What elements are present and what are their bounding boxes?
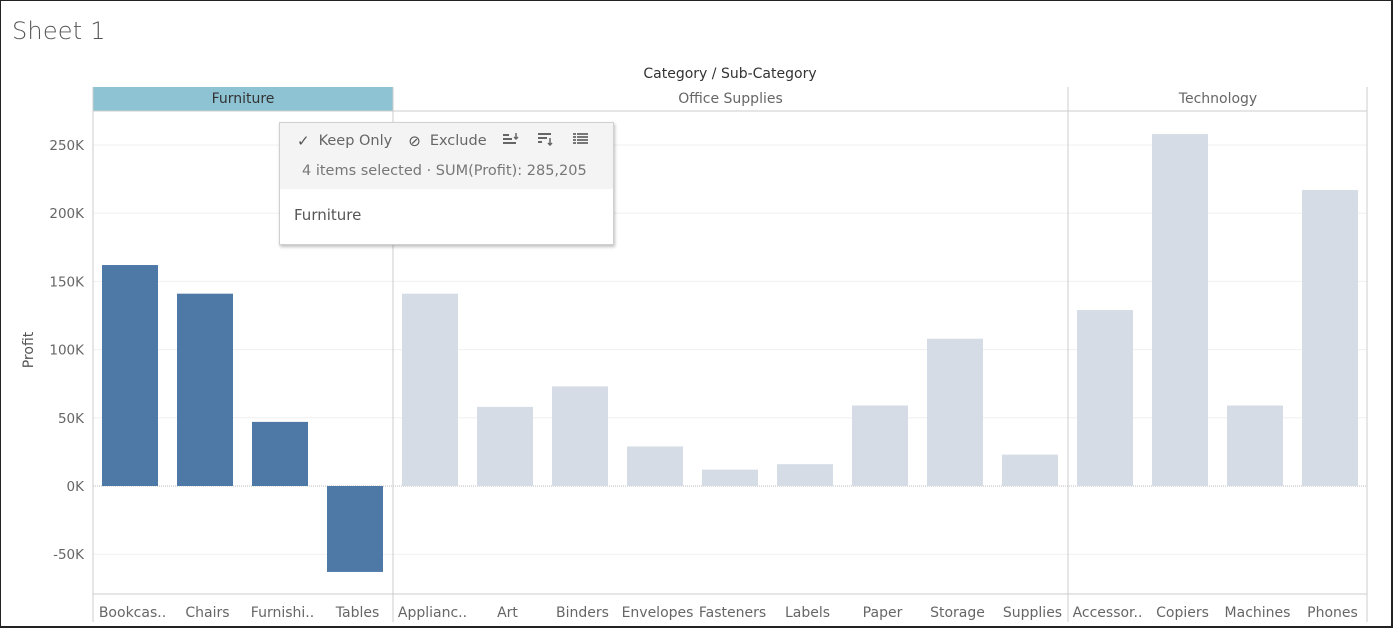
bar[interactable] [1227,405,1283,486]
y-tick-label: 100K [49,343,85,359]
x-tick-label: Paper [863,605,903,621]
x-tick-label: Storage [930,605,985,621]
check-icon: ✓ [297,132,310,150]
x-tick-label: Fasteners [699,605,766,621]
x-tick-label: Bookcas.. [99,605,166,621]
x-tick-label: Chairs [185,605,229,621]
exclude-icon: ⊘ [408,132,421,150]
y-tick-label: 250K [49,138,85,154]
bar[interactable] [627,446,683,486]
view-data-icon[interactable] [572,133,588,149]
x-tick-label: Accessor.. [1073,605,1143,621]
bar[interactable] [702,469,758,486]
y-tick-label: 0K [67,479,86,495]
bar[interactable] [1302,190,1358,486]
bar[interactable] [552,386,608,486]
bar[interactable] [102,265,158,486]
bar[interactable] [177,293,233,486]
y-tick-label: 200K [49,206,85,222]
y-tick-label: 150K [49,274,85,290]
x-tick-label: Labels [785,605,830,621]
selection-label: Furniture [294,206,362,224]
x-tick-label: Tables [335,605,380,621]
sort-ascending-icon[interactable] [502,132,520,150]
y-tick-label: 50K [58,411,85,427]
x-tick-label: Envelopes [622,605,694,621]
bar[interactable] [252,421,308,486]
x-tick-label: Art [497,605,518,621]
selection-tooltip: ✓ Keep Only ⊘ Exclude 4 items selected ·… [279,122,614,245]
x-tick-label: Phones [1307,605,1358,621]
sort-descending-icon[interactable] [537,132,555,150]
keep-only-button[interactable]: ✓ Keep Only [297,132,392,150]
x-tick-label: Machines [1225,605,1291,621]
x-tick-label: Copiers [1156,605,1209,621]
bar[interactable] [402,293,458,486]
exclude-button[interactable]: ⊘ Exclude [408,132,486,150]
y-tick-label: -50K [53,547,85,563]
exclude-label: Exclude [429,133,487,149]
bar-chart: -50K 0K 50K 100K 150K 200K 250K Profit Bookcas..… [21,87,1368,622]
y-axis-label: Profit [21,331,37,368]
x-tick-label: Applianc.. [398,605,467,621]
selection-summary: 4 items selected · SUM(Profit): 285,205 [302,163,587,179]
bar[interactable] [1152,134,1208,486]
x-tick-label: Furnishi.. [251,605,314,621]
bar[interactable] [852,405,908,486]
bar[interactable] [477,406,533,486]
bar[interactable] [1002,454,1058,486]
bar[interactable] [1077,310,1133,486]
x-tick-label: Supplies [1003,605,1062,621]
bar[interactable] [777,464,833,486]
bar[interactable] [327,486,383,572]
keep-only-label: Keep Only [318,133,393,149]
bar[interactable] [927,338,983,486]
x-tick-label: Binders [556,605,609,621]
